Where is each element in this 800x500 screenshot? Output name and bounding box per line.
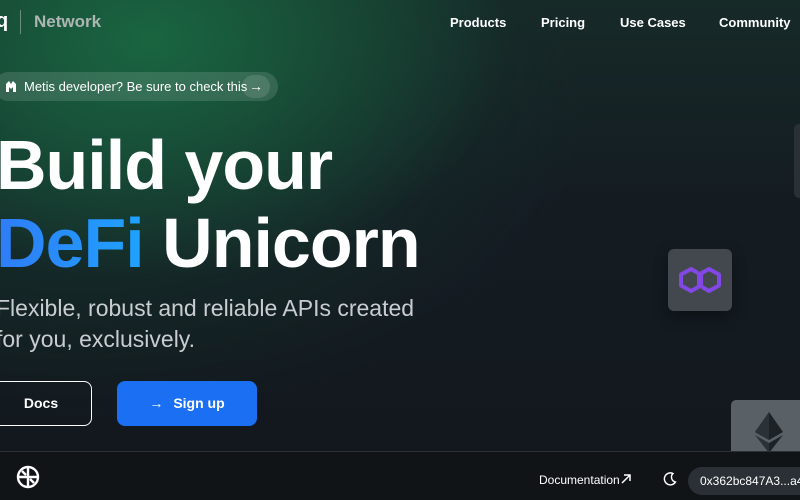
sign-up-label: Sign up bbox=[173, 395, 225, 411]
hero-title-accent: DeFi bbox=[0, 204, 145, 282]
hero-title-line-1: Build your bbox=[0, 126, 333, 204]
ethereum-icon bbox=[755, 412, 783, 453]
polygon-icon bbox=[679, 267, 721, 293]
sign-up-button[interactable]: → Sign up bbox=[117, 381, 257, 426]
wallet-address: 0x362bc847A3...a43 bbox=[700, 474, 800, 488]
hero-subtitle-line-1: Flexible, robust and reliable APIs creat… bbox=[0, 295, 415, 321]
announcement-banner[interactable]: Metis developer? Be sure to check this → bbox=[0, 72, 278, 101]
hero-title-rest: Unicorn bbox=[143, 204, 420, 282]
top-nav: q Network Products Pricing Use Cases Com… bbox=[0, 0, 800, 44]
announcement-arrow-icon[interactable]: → bbox=[242, 75, 270, 98]
nav-item-use-cases[interactable]: Use Cases bbox=[620, 15, 686, 30]
decor-card-edge bbox=[794, 124, 800, 198]
docs-button[interactable]: Docs bbox=[0, 381, 92, 426]
nav-item-community[interactable]: Community bbox=[719, 15, 791, 30]
nav-links: Products Pricing Use Cases Community bbox=[0, 15, 800, 31]
hero-subtitle-line-2: for you, exclusively. bbox=[0, 326, 195, 352]
moon-icon[interactable] bbox=[662, 471, 678, 487]
polygon-tile bbox=[668, 249, 732, 311]
wallet-address-button[interactable]: 0x362bc847A3...a43 bbox=[688, 467, 800, 495]
hero-title-line-2: DeFi Unicorn bbox=[0, 203, 421, 283]
arrow-right-icon: → bbox=[149, 395, 164, 411]
nav-item-products[interactable]: Products bbox=[450, 15, 506, 30]
arrow-up-right-icon bbox=[620, 472, 632, 484]
announcement-text: Metis developer? Be sure to check this bbox=[24, 79, 248, 94]
footer-logo-icon[interactable] bbox=[15, 464, 41, 490]
nav-item-pricing[interactable]: Pricing bbox=[541, 15, 585, 30]
footer-documentation-link[interactable]: Documentation bbox=[539, 473, 620, 487]
metis-icon bbox=[3, 78, 19, 94]
footer-bar: Documentation 0x362bc847A3...a43 bbox=[0, 451, 800, 500]
